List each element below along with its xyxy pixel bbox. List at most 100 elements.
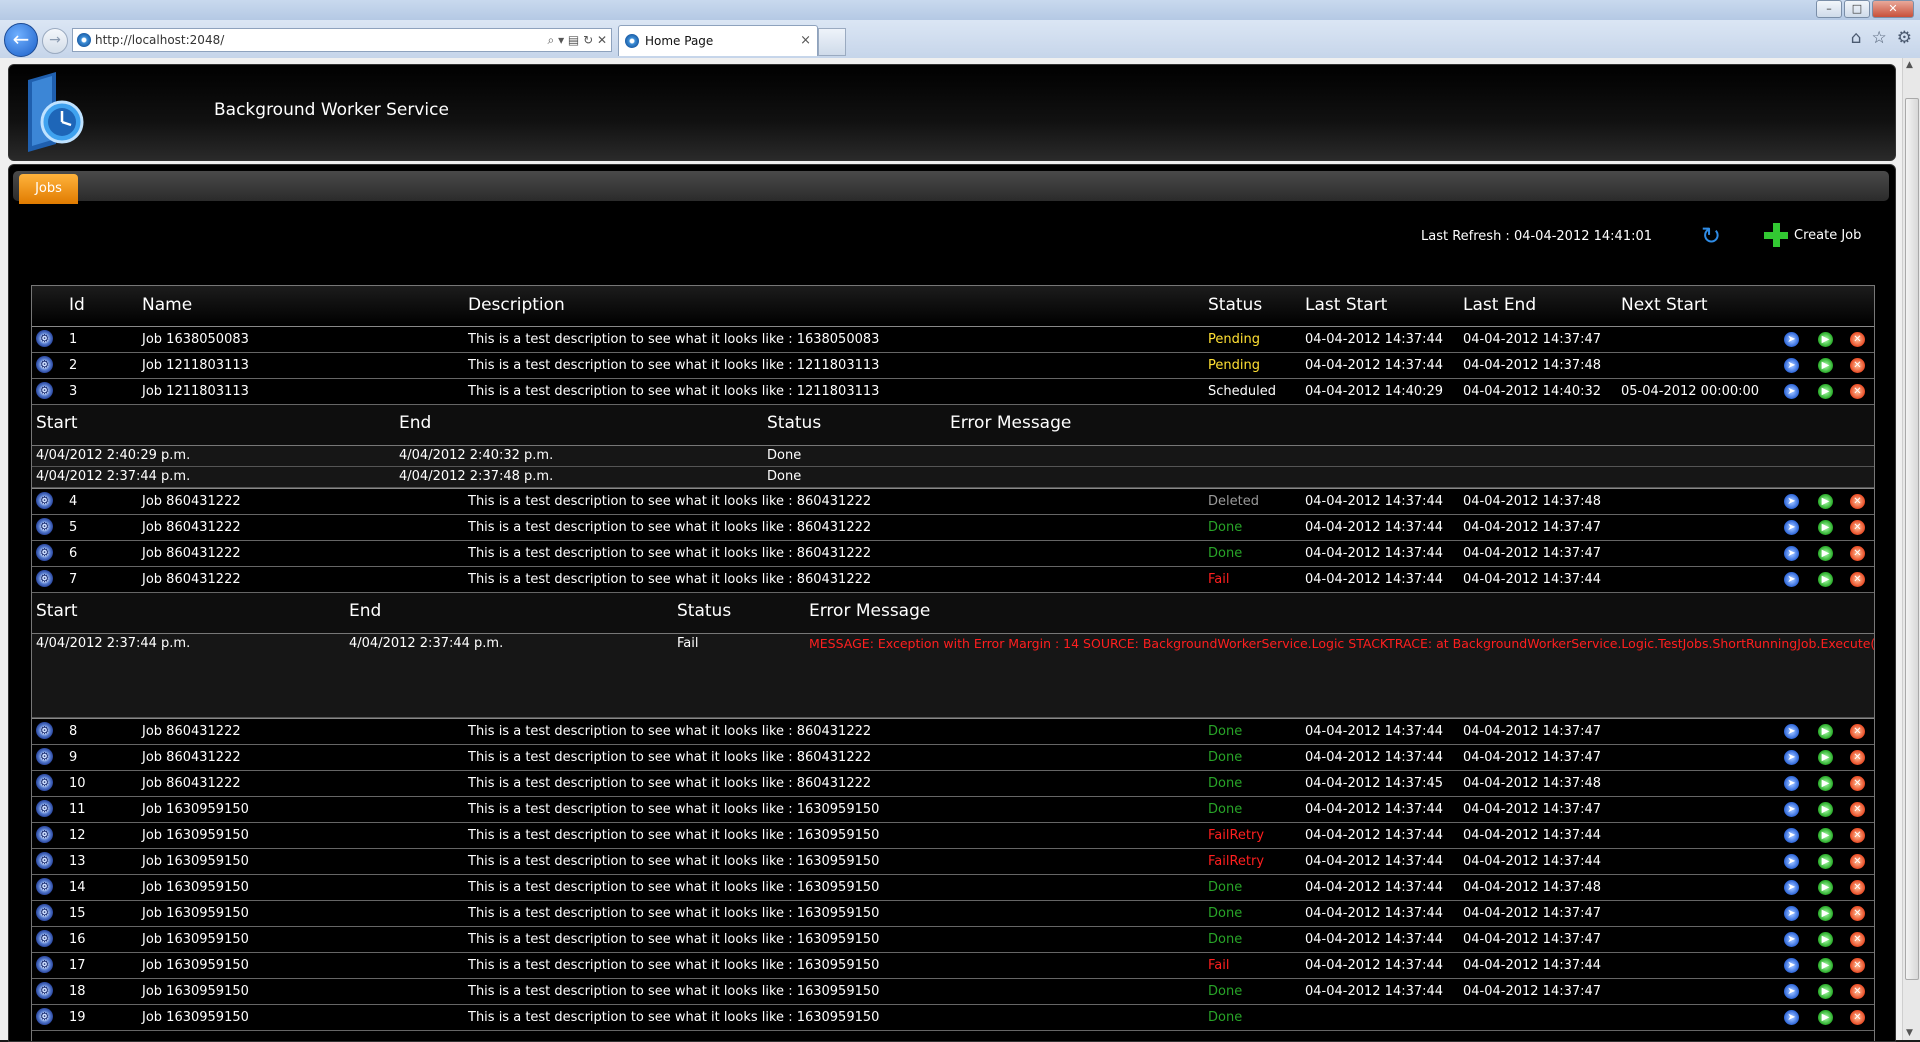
delete-icon[interactable]: ✕ bbox=[1850, 724, 1865, 739]
table-row[interactable]: ⚙ 4 Job 860431222 This is a test descriptio… bbox=[32, 489, 1874, 515]
window-close-button[interactable]: ✕ bbox=[1872, 0, 1914, 18]
table-row[interactable]: ⚙ 2 Job 1211803113 This is a test descripti… bbox=[32, 353, 1874, 379]
play-icon[interactable]: ▶ bbox=[1818, 828, 1833, 843]
play-icon[interactable]: ▶ bbox=[1818, 724, 1833, 739]
info-icon[interactable]: ➤ bbox=[1784, 520, 1799, 535]
play-icon[interactable]: ▶ bbox=[1818, 880, 1833, 895]
table-row[interactable]: ⚙ 10 Job 860431222 This is a test descripti… bbox=[32, 771, 1874, 797]
gear-icon[interactable]: ⚙ bbox=[36, 878, 53, 895]
address-tools[interactable]: ⌕ ▾ ▤ ↻ ✕ bbox=[548, 29, 607, 51]
info-icon[interactable]: ➤ bbox=[1784, 384, 1799, 399]
delete-icon[interactable]: ✕ bbox=[1850, 520, 1865, 535]
address-bar[interactable]: http://localhost:2048/ ⌕ ▾ ▤ ↻ ✕ bbox=[72, 28, 612, 52]
info-icon[interactable]: ➤ bbox=[1784, 880, 1799, 895]
delete-icon[interactable]: ✕ bbox=[1850, 750, 1865, 765]
home-icon[interactable]: ⌂ bbox=[1851, 28, 1862, 48]
table-row[interactable]: ⚙ 6 Job 860431222 This is a test descriptio… bbox=[32, 541, 1874, 567]
gear-icon[interactable]: ⚙ bbox=[36, 518, 53, 535]
info-icon[interactable]: ➤ bbox=[1784, 572, 1799, 587]
play-icon[interactable]: ▶ bbox=[1818, 494, 1833, 509]
col-name[interactable]: Name bbox=[142, 295, 192, 315]
delete-icon[interactable]: ✕ bbox=[1850, 906, 1865, 921]
play-icon[interactable]: ▶ bbox=[1818, 546, 1833, 561]
delete-icon[interactable]: ✕ bbox=[1850, 984, 1865, 999]
delete-icon[interactable]: ✕ bbox=[1850, 572, 1865, 587]
table-row[interactable]: ⚙ 16 Job 1630959150 This is a test descript… bbox=[32, 927, 1874, 953]
info-icon[interactable]: ➤ bbox=[1784, 958, 1799, 973]
delete-icon[interactable]: ✕ bbox=[1850, 958, 1865, 973]
gear-icon[interactable]: ⚙ bbox=[36, 826, 53, 843]
page-scrollbar[interactable]: ▲ ▼ bbox=[1902, 58, 1920, 1040]
gear-icon[interactable]: ⚙ bbox=[36, 930, 53, 947]
gear-icon[interactable]: ⚙ bbox=[36, 1008, 53, 1025]
info-icon[interactable]: ➤ bbox=[1784, 494, 1799, 509]
settings-icon[interactable]: ⚙ bbox=[1897, 28, 1912, 48]
col-last-start[interactable]: Last Start bbox=[1305, 295, 1387, 315]
delete-icon[interactable]: ✕ bbox=[1850, 494, 1865, 509]
table-row[interactable]: ⚙ 1 Job 1638050083 This is a test descripti… bbox=[32, 327, 1874, 353]
gear-icon[interactable]: ⚙ bbox=[36, 800, 53, 817]
play-icon[interactable]: ▶ bbox=[1818, 776, 1833, 791]
play-icon[interactable]: ▶ bbox=[1818, 750, 1833, 765]
gear-icon[interactable]: ⚙ bbox=[36, 544, 53, 561]
tab-jobs[interactable]: Jobs bbox=[19, 174, 78, 204]
delete-icon[interactable]: ✕ bbox=[1850, 828, 1865, 843]
play-icon[interactable]: ▶ bbox=[1818, 1010, 1833, 1025]
new-tab-button[interactable] bbox=[818, 28, 846, 56]
play-icon[interactable]: ▶ bbox=[1818, 358, 1833, 373]
gear-icon[interactable]: ⚙ bbox=[36, 956, 53, 973]
col-id[interactable]: Id bbox=[69, 295, 85, 315]
info-icon[interactable]: ➤ bbox=[1784, 776, 1799, 791]
table-row[interactable]: ⚙ 12 Job 1630959150 This is a test descript… bbox=[32, 823, 1874, 849]
col-last-end[interactable]: Last End bbox=[1463, 295, 1536, 315]
table-row[interactable]: ⚙ 18 Job 1630959150 This is a test descript… bbox=[32, 979, 1874, 1005]
back-button[interactable]: ← bbox=[4, 23, 38, 57]
delete-icon[interactable]: ✕ bbox=[1850, 546, 1865, 561]
play-icon[interactable]: ▶ bbox=[1818, 906, 1833, 921]
info-icon[interactable]: ➤ bbox=[1784, 828, 1799, 843]
col-status[interactable]: Status bbox=[1208, 295, 1262, 315]
gear-icon[interactable]: ⚙ bbox=[36, 356, 53, 373]
refresh-icon[interactable]: ↻ bbox=[1701, 222, 1721, 250]
table-row[interactable]: ⚙ 13 Job 1630959150 This is a test descript… bbox=[32, 849, 1874, 875]
scrollbar-thumb[interactable] bbox=[1905, 98, 1919, 980]
play-icon[interactable]: ▶ bbox=[1818, 332, 1833, 347]
play-icon[interactable]: ▶ bbox=[1818, 854, 1833, 869]
info-icon[interactable]: ➤ bbox=[1784, 750, 1799, 765]
tab-close-button[interactable]: × bbox=[800, 26, 811, 56]
delete-icon[interactable]: ✕ bbox=[1850, 332, 1865, 347]
gear-icon[interactable]: ⚙ bbox=[36, 748, 53, 765]
gear-icon[interactable]: ⚙ bbox=[36, 722, 53, 739]
info-icon[interactable]: ➤ bbox=[1784, 802, 1799, 817]
info-icon[interactable]: ➤ bbox=[1784, 932, 1799, 947]
gear-icon[interactable]: ⚙ bbox=[36, 570, 53, 587]
minimize-button[interactable]: – bbox=[1816, 0, 1842, 18]
delete-icon[interactable]: ✕ bbox=[1850, 880, 1865, 895]
table-row[interactable]: ⚙ 19 Job 1630959150 This is a test descript… bbox=[32, 1005, 1874, 1031]
play-icon[interactable]: ▶ bbox=[1818, 932, 1833, 947]
table-row[interactable]: ⚙ 15 Job 1630959150 This is a test descript… bbox=[32, 901, 1874, 927]
col-description[interactable]: Description bbox=[468, 295, 565, 315]
gear-icon[interactable]: ⚙ bbox=[36, 852, 53, 869]
play-icon[interactable]: ▶ bbox=[1818, 384, 1833, 399]
forward-button[interactable]: → bbox=[42, 28, 68, 54]
play-icon[interactable]: ▶ bbox=[1818, 802, 1833, 817]
table-row[interactable]: ⚙ 17 Job 1630959150 This is a test descript… bbox=[32, 953, 1874, 979]
gear-icon[interactable]: ⚙ bbox=[36, 382, 53, 399]
delete-icon[interactable]: ✕ bbox=[1850, 776, 1865, 791]
table-row[interactable]: ⚙ 3 Job 1211803113 This is a test descripti… bbox=[32, 379, 1874, 405]
delete-icon[interactable]: ✕ bbox=[1850, 1010, 1865, 1025]
delete-icon[interactable]: ✕ bbox=[1850, 802, 1865, 817]
info-icon[interactable]: ➤ bbox=[1784, 1010, 1799, 1025]
delete-icon[interactable]: ✕ bbox=[1850, 384, 1865, 399]
browser-tab-home[interactable]: Home Page × bbox=[618, 25, 818, 56]
scroll-down-icon[interactable]: ▼ bbox=[1906, 1028, 1913, 1038]
gear-icon[interactable]: ⚙ bbox=[36, 904, 53, 921]
delete-icon[interactable]: ✕ bbox=[1850, 358, 1865, 373]
table-row[interactable]: ⚙ 14 Job 1630959150 This is a test descript… bbox=[32, 875, 1874, 901]
create-job-button[interactable]: Create Job bbox=[1764, 223, 1861, 247]
info-icon[interactable]: ➤ bbox=[1784, 854, 1799, 869]
table-row[interactable]: ⚙ 9 Job 860431222 This is a test descriptio… bbox=[32, 745, 1874, 771]
favorites-icon[interactable]: ☆ bbox=[1872, 28, 1887, 48]
info-icon[interactable]: ➤ bbox=[1784, 724, 1799, 739]
